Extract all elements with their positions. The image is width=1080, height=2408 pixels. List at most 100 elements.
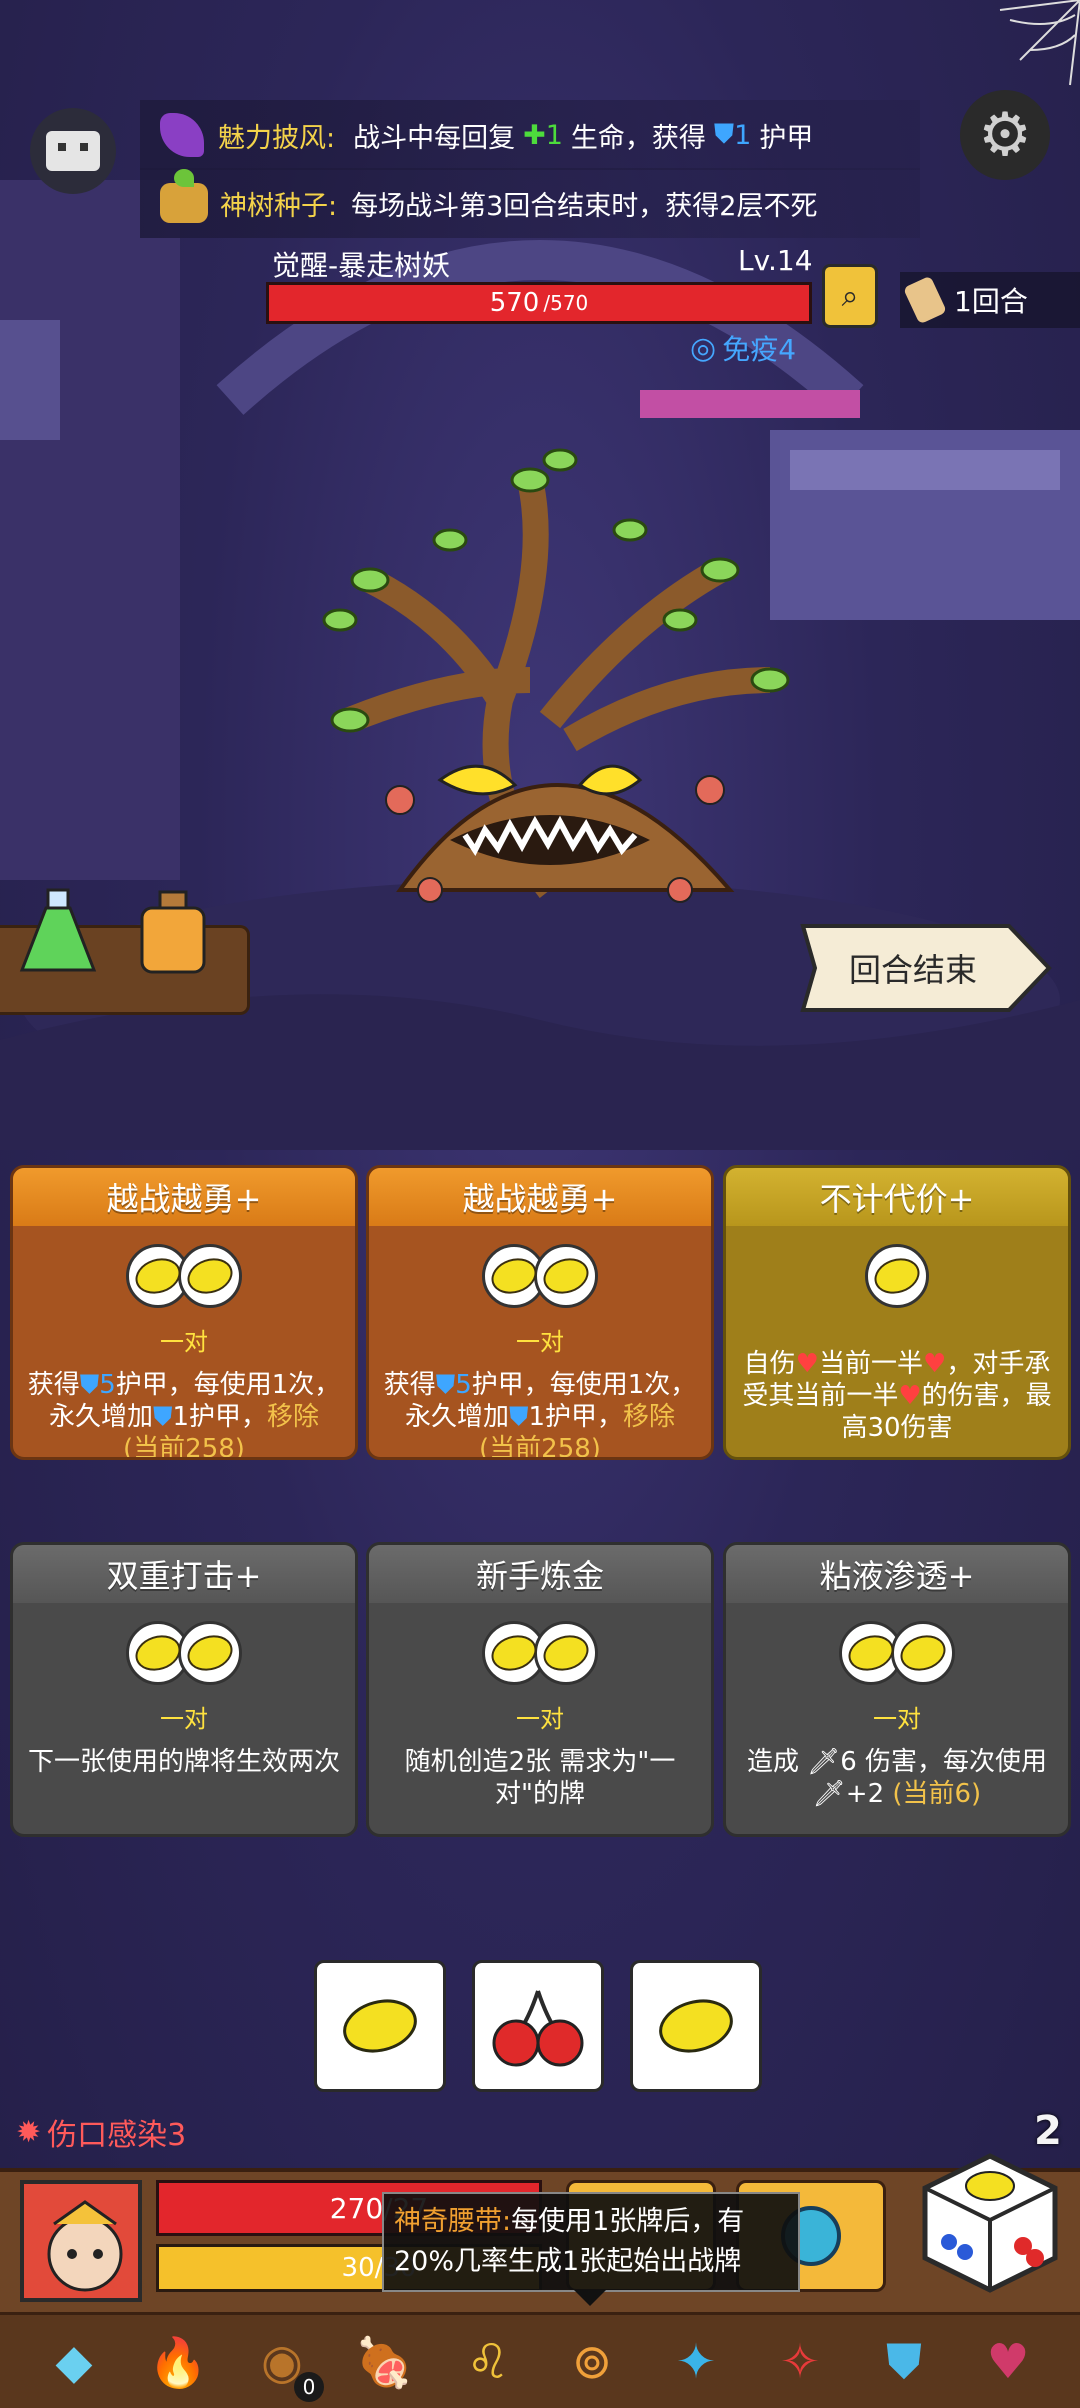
card-requirement: 一对	[516, 1328, 564, 1356]
lemon-slot-icon	[534, 1244, 598, 1308]
armor-shield-icon: ⛊	[713, 119, 735, 150]
blue-dragon-relic-icon[interactable]: ✦	[652, 2322, 740, 2402]
infection-gear-icon: ✹	[16, 2114, 42, 2150]
menu-icon[interactable]	[30, 108, 116, 194]
card-description: 获得⛊5护甲，每使用1次，永久增加⛊1护甲，移除 (当前258)	[27, 1370, 341, 1460]
card-requirement: 一对	[873, 1705, 921, 1733]
heart-icon: ♥	[898, 1381, 922, 1411]
blue-flame-relic-icon[interactable]: 🔥	[134, 2322, 222, 2402]
card-6[interactable]: 粘液渗透+ 一对 造成 🗡6 伤害，每次使用 🗡+2 (当前6)	[723, 1542, 1071, 1837]
card-1[interactable]: 越战越勇+ 一对 获得⛊5护甲，每使用1次，永久增加⛊1护甲，移除 (当前258…	[10, 1165, 358, 1460]
red-flame-relic-icon[interactable]: ✧	[756, 2322, 844, 2402]
card-title: 粘液渗透+	[726, 1545, 1068, 1603]
card-description: 自伤♥当前一半♥，对手承受其当前一半♥的伤害，最高30伤害	[742, 1349, 1052, 1443]
orange-potion-icon[interactable]	[136, 890, 210, 980]
sword-icon: 🗡	[807, 1747, 841, 1777]
card-3[interactable]: 不计代价+ 自伤♥当前一半♥，对手承受其当前一半♥的伤害，最高30伤害	[723, 1165, 1071, 1460]
dice-slot-pair	[126, 1244, 242, 1324]
enemy-status[interactable]: ◎ 免疫4	[690, 328, 796, 368]
enemy-hp-value: 570	[489, 288, 540, 318]
card-2[interactable]: 越战越勇+ 一对 获得⛊5护甲，每使用1次，永久增加⛊1护甲，移除 (当前258…	[366, 1165, 714, 1460]
lemon-slot-icon	[178, 1244, 242, 1308]
crystal-relic-icon[interactable]: ◆	[30, 2322, 118, 2402]
buff-text: 每场战斗第3回合结束时，获得2层不死	[351, 190, 818, 222]
heart-relic-icon[interactable]: ♥	[964, 2322, 1052, 2402]
armor-shield-icon: ⛊	[152, 1402, 173, 1432]
card-requirement: 一对	[160, 1705, 208, 1733]
armor-shield-icon: ⛊	[435, 1370, 456, 1400]
buff-row-cape[interactable]: 魅力披风: 战斗中每回复 ✚ 1 生命，获得 ⛊ 1 护甲	[140, 100, 920, 170]
magnifier-icon: ⌕	[841, 278, 859, 314]
lemon-slot-icon	[534, 1621, 598, 1685]
end-turn-button[interactable]: 回合结束	[795, 920, 1055, 1016]
die-lemon[interactable]	[630, 1960, 762, 2092]
end-turn-label: 回合结束	[848, 951, 977, 989]
heart-icon: ♥	[923, 1349, 947, 1379]
buff-text-tail: 护甲	[759, 122, 814, 154]
enemy-level: Lv.14	[738, 244, 813, 277]
heal-plus-icon: ✚	[523, 119, 546, 151]
card-description: 随机创造2张 需求为"一对"的牌	[404, 1747, 676, 1809]
die-lemon[interactable]	[314, 1960, 446, 2092]
armor-shield-icon: ⛊	[79, 1370, 100, 1400]
die-cherry[interactable]	[472, 1960, 604, 2092]
seed-icon	[160, 169, 208, 223]
lemon-slot-icon	[482, 1244, 546, 1308]
dice-slot-pair	[126, 1621, 242, 1701]
green-potion-icon[interactable]	[18, 888, 98, 978]
round-label: 1回合	[954, 285, 1028, 318]
card-requirement: 一对	[160, 1328, 208, 1356]
buff-row-seed[interactable]: 神树种子: 每场战斗第3回合结束时，获得2层不死	[140, 168, 920, 238]
dice-slot-pair	[839, 1621, 955, 1701]
cape-icon	[160, 113, 204, 157]
enemy-hp-max: /570	[543, 291, 589, 315]
tooltip-pointer	[574, 2290, 606, 2306]
dice-slot-pair	[482, 1621, 598, 1701]
lemon-slot-icon	[839, 1621, 903, 1685]
card-5[interactable]: 新手炼金 一对 随机创造2张 需求为"一对"的牌	[366, 1542, 714, 1837]
roll-dice-button[interactable]	[915, 2148, 1065, 2298]
card-4[interactable]: 双重打击+ 一对 下一张使用的牌将生效两次	[10, 1542, 358, 1837]
shield-relic-icon[interactable]: ⛊	[860, 2322, 948, 2402]
card-requirement: 一对	[516, 1705, 564, 1733]
sword-icon: 🗡	[812, 1779, 846, 1809]
lemon-slot-icon	[178, 1621, 242, 1685]
lemon-slot-icon	[482, 1621, 546, 1685]
enemy-hp-bar: 570 /570	[266, 282, 812, 324]
card-title: 越战越勇+	[13, 1168, 355, 1226]
buff-title: 神树种子:	[220, 190, 338, 222]
relic-tooltip: 神奇腰带:每使用1张牌后，有20%几率生成1张起始出战牌	[382, 2192, 800, 2292]
enemy-name: 觉醒-暴走树妖	[272, 249, 451, 282]
enemy-info-button[interactable]: ⌕	[822, 264, 878, 328]
card-description: 获得⛊5护甲，每使用1次，永久增加⛊1护甲，移除 (当前258)	[383, 1370, 697, 1460]
armor-value: 1	[734, 119, 752, 151]
meat-relic-icon[interactable]: 🍖	[340, 2322, 428, 2402]
lion-relic-icon[interactable]: ♌	[444, 2322, 532, 2402]
tooltip-title: 神奇腰带:	[394, 2206, 512, 2237]
settings-gear-icon[interactable]: ⚙	[960, 90, 1050, 180]
card-title: 新手炼金	[369, 1545, 711, 1603]
belt-relic-icon[interactable]: ⊚	[548, 2322, 636, 2402]
buff-title: 魅力披风:	[218, 122, 336, 154]
immune-swirl-icon: ◎	[690, 330, 717, 366]
dice-slot-pair	[482, 1244, 598, 1324]
round-counter: 1回合	[900, 272, 1080, 328]
lemon-slot-icon	[126, 1244, 190, 1308]
buff-text-mid: 生命，获得	[570, 122, 706, 154]
card-description: 下一张使用的牌将生效两次	[27, 1747, 340, 1777]
spider-web-icon	[990, 0, 1080, 90]
scroll-icon	[902, 275, 948, 325]
broken-heart-icon: ♥	[795, 1349, 819, 1379]
buff-text: 战斗中每回复	[353, 122, 516, 154]
player-avatar[interactable]	[20, 2180, 142, 2302]
card-title: 双重打击+	[13, 1545, 355, 1603]
player-status-label: 伤口感染3	[47, 2118, 187, 2153]
lemon-slot-icon	[126, 1621, 190, 1685]
card-title: 不计代价+	[726, 1168, 1068, 1226]
card-title: 越战越勇+	[369, 1168, 711, 1226]
enemy-tree-monster[interactable]	[250, 420, 850, 940]
player-status[interactable]: ✹ 伤口感染3	[16, 2110, 186, 2154]
lemon-slot-icon	[891, 1621, 955, 1685]
lemon-slot-icon	[865, 1244, 929, 1308]
armor-shield-icon: ⛊	[508, 1402, 529, 1432]
